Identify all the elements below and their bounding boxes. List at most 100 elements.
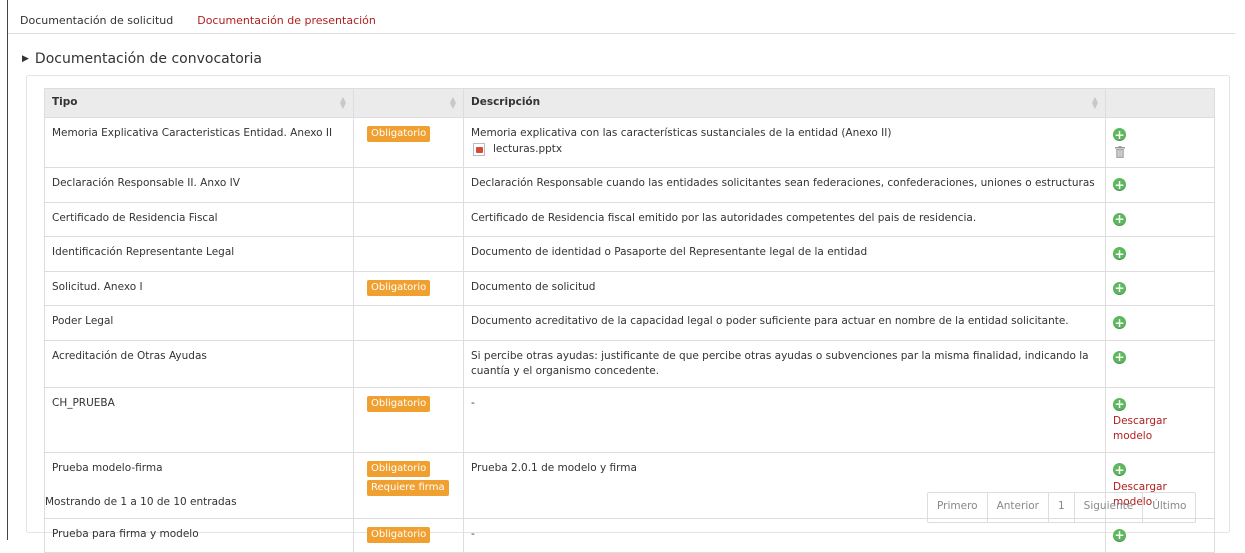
table-row: Identificación Representante Legal Docume… xyxy=(44,236,1215,272)
cell-estado: Obligatorio Requiere firma xyxy=(353,452,464,519)
pagination-last-button[interactable]: Último xyxy=(1142,493,1195,522)
status-badge: Obligatorio xyxy=(367,461,431,477)
cell-acciones: + xyxy=(1105,201,1215,237)
table-row: Certificado de Residencia Fiscal Certific… xyxy=(44,201,1215,237)
pagination-first-button[interactable]: Primero xyxy=(928,493,987,522)
column-header-descripcion[interactable]: Descripción ▲ ▼ xyxy=(463,88,1106,118)
section-title: Documentación de convocatoria xyxy=(34,51,262,67)
table-header-row: Tipo ▲ ▼ ▲ ▼ Descripción ▲ ▼ xyxy=(44,88,1215,118)
pagination-page-1[interactable]: 1 xyxy=(1047,493,1074,522)
download-model-link[interactable]: Descargar modelo xyxy=(1113,414,1207,444)
pagination: Primero Anterior 1 Siguiente Último xyxy=(927,492,1197,523)
documents-table: Tipo ▲ ▼ ▲ ▼ Descripción ▲ ▼ Memoria Explicat… xyxy=(44,88,1215,553)
table-row: Solicitud. Anexo I Obligatorio Documento d… xyxy=(44,270,1215,306)
cell-descripcion: Si percibe otras ayudas: justificante de… xyxy=(463,339,1106,388)
cell-acciones: + xyxy=(1105,117,1215,168)
add-document-icon[interactable]: + xyxy=(1113,316,1126,329)
cell-descripcion: - xyxy=(463,386,1106,453)
column-label: Tipo xyxy=(52,96,78,108)
cell-tipo: Prueba para firma y modelo xyxy=(44,517,354,553)
sort-icon: ▲ ▼ xyxy=(1091,95,1098,110)
description-text: Documento de identidad o Pasaporte del R… xyxy=(471,246,868,258)
cell-descripcion: Memoria explicativa con las característi… xyxy=(463,117,1106,168)
description-text: Prueba 2.0.1 de modelo y firma xyxy=(471,462,637,474)
cell-tipo: Solicitud. Anexo I xyxy=(44,270,354,306)
cell-tipo: Certificado de Residencia Fiscal xyxy=(44,201,354,237)
add-document-icon[interactable]: + xyxy=(1113,281,1126,295)
cell-estado: Obligatorio xyxy=(353,517,464,553)
tab-documentacion-presentacion[interactable]: Documentación de presentación xyxy=(197,14,376,27)
frame-border xyxy=(7,0,8,540)
cell-tipo: CH_PRUEBA xyxy=(44,386,354,453)
description-text: Si percibe otras ayudas: justificante de… xyxy=(471,349,1089,377)
table-row: Memoria Explicativa Caracteristicas Enti… xyxy=(44,117,1215,168)
cell-acciones: + xyxy=(1105,167,1215,203)
cell-estado: Obligatorio xyxy=(353,386,464,453)
status-badge: Requiere firma xyxy=(367,480,449,496)
cell-tipo: Declaración Responsable II. Anxo IV xyxy=(44,167,354,203)
status-badge: Obligatorio xyxy=(367,395,431,412)
trash-icon[interactable] xyxy=(1115,145,1125,158)
add-document-icon[interactable]: + xyxy=(1113,247,1126,260)
caret-right-icon: ▶ xyxy=(22,54,29,64)
cell-estado: Obligatorio xyxy=(353,117,464,168)
description-text: - xyxy=(471,396,475,409)
description-text: Declaración Responsable cuando las entid… xyxy=(471,177,1095,189)
cell-acciones: + xyxy=(1105,236,1215,272)
cell-estado xyxy=(353,201,464,237)
attached-file[interactable]: lecturas.pptx xyxy=(471,142,1098,157)
add-document-icon[interactable]: + xyxy=(1113,178,1126,191)
status-badge: Obligatorio xyxy=(367,126,431,142)
description-text: - xyxy=(471,527,475,540)
document-tabs: Documentación de solicitud Documentación… xyxy=(20,14,376,27)
pptx-file-icon xyxy=(473,143,485,156)
description-text: Memoria explicativa con las característi… xyxy=(471,127,892,139)
cell-estado: Obligatorio xyxy=(353,270,464,306)
add-document-icon[interactable]: + xyxy=(1113,212,1126,226)
description-text: Documento de solicitud xyxy=(471,280,596,293)
section-header[interactable]: ▶ Documentación de convocatoria xyxy=(22,51,262,67)
column-label: Descripción xyxy=(471,96,541,108)
cell-acciones: + xyxy=(1105,270,1215,306)
cell-estado xyxy=(353,339,464,388)
divider xyxy=(8,33,1235,34)
cell-descripcion: Documento de solicitud xyxy=(463,270,1106,306)
cell-acciones: + Descargar modelo xyxy=(1105,386,1215,453)
cell-estado xyxy=(353,167,464,203)
table-row: Prueba para firma y modelo Obligatorio - + xyxy=(44,517,1215,553)
pagination-prev-button[interactable]: Anterior xyxy=(986,493,1048,522)
cell-tipo: Identificación Representante Legal xyxy=(44,236,354,272)
cell-acciones: + xyxy=(1105,305,1215,341)
cell-estado xyxy=(353,305,464,341)
sort-icon: ▲ ▼ xyxy=(339,95,346,110)
table-row: Poder Legal Documento acreditativo de la … xyxy=(44,305,1215,341)
cell-acciones: + xyxy=(1105,517,1215,553)
description-text: Documento acreditativo de la capacidad l… xyxy=(471,315,1069,327)
cell-descripcion: Declaración Responsable cuando las entid… xyxy=(463,167,1106,203)
table-row: CH_PRUEBA Obligatorio - + Descargar modelo xyxy=(44,386,1215,453)
cell-descripcion: - xyxy=(463,517,1106,553)
column-header-estado[interactable]: ▲ ▼ xyxy=(353,88,464,118)
column-header-acciones xyxy=(1105,88,1215,118)
cell-tipo: Memoria Explicativa Caracteristicas Enti… xyxy=(44,117,354,168)
add-document-icon[interactable]: + xyxy=(1113,463,1126,476)
tab-documentacion-solicitud[interactable]: Documentación de solicitud xyxy=(20,14,173,27)
add-document-icon[interactable]: + xyxy=(1113,350,1126,364)
cell-estado xyxy=(353,236,464,272)
cell-tipo: Poder Legal xyxy=(44,305,354,341)
description-text: Certificado de Residencia fiscal emitido… xyxy=(471,211,977,224)
cell-descripcion: Certificado de Residencia fiscal emitido… xyxy=(463,201,1106,237)
file-name: lecturas.pptx xyxy=(493,143,563,155)
add-document-icon[interactable]: + xyxy=(1113,397,1126,411)
sort-icon: ▲ ▼ xyxy=(449,95,456,110)
cell-descripcion: Documento acreditativo de la capacidad l… xyxy=(463,305,1106,341)
table-row: Acreditación de Otras Ayudas Si percibe o… xyxy=(44,339,1215,388)
cell-tipo: Prueba modelo-firma xyxy=(44,452,354,519)
pagination-next-button[interactable]: Siguiente xyxy=(1073,493,1143,522)
entries-info: Mostrando de 1 a 10 de 10 entradas xyxy=(45,496,237,508)
column-header-tipo[interactable]: Tipo ▲ ▼ xyxy=(44,88,354,118)
add-document-icon[interactable]: + xyxy=(1113,128,1126,141)
cell-acciones: + xyxy=(1105,339,1215,388)
status-badge: Obligatorio xyxy=(367,279,431,296)
table-row: Declaración Responsable II. Anxo IV Decla… xyxy=(44,167,1215,203)
